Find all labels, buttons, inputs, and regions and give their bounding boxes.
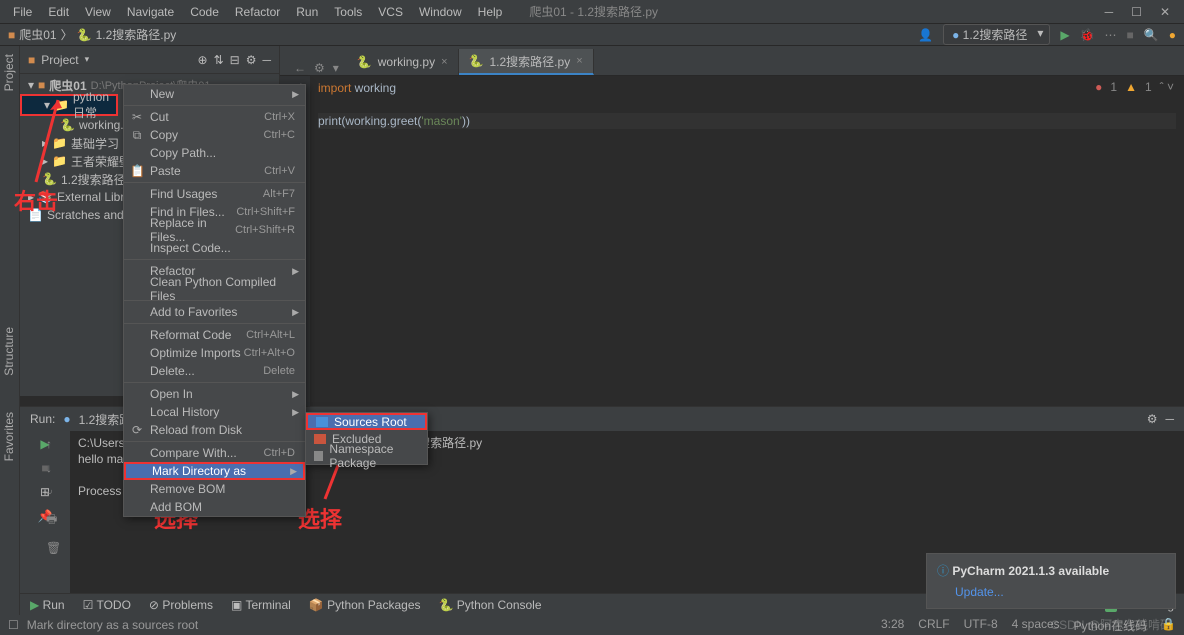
- menu-item-new[interactable]: New▶: [124, 85, 305, 103]
- hide-icon[interactable]: ─: [1165, 412, 1174, 426]
- menu-item-compare-with-[interactable]: Compare With...Ctrl+D: [124, 444, 305, 462]
- tree-selected-folder[interactable]: ▾📁 python日常: [20, 94, 118, 116]
- menu-item-reformat-code[interactable]: Reformat CodeCtrl+Alt+L: [124, 326, 305, 344]
- run-config-selector[interactable]: ● 1.2搜索路径 ▾: [943, 24, 1050, 45]
- menu-view[interactable]: View: [78, 3, 118, 21]
- update-notification[interactable]: ⓘ PyCharm 2021.1.3 available Update...: [926, 553, 1176, 609]
- menubar: File Edit View Navigate Code Refactor Ru…: [6, 3, 509, 21]
- down-icon[interactable]: ↓: [46, 461, 61, 475]
- gear-icon[interactable]: ⚙: [246, 53, 257, 67]
- menu-refactor[interactable]: Refactor: [228, 3, 287, 21]
- project-header[interactable]: Project: [41, 53, 78, 67]
- search-icon[interactable]: 🔍: [1144, 28, 1159, 42]
- menu-item-mark-directory-as[interactable]: Mark Directory as▶: [124, 462, 305, 480]
- title-bar: File Edit View Navigate Code Refactor Ru…: [0, 0, 1184, 24]
- tool-todo[interactable]: ☑ TODO: [83, 598, 131, 612]
- breadcrumb-file[interactable]: 1.2搜索路径.py: [96, 26, 177, 43]
- menu-item-copy[interactable]: ⧉CopyCtrl+C: [124, 126, 305, 144]
- status-hint: Mark directory as a sources root: [27, 618, 198, 632]
- notification-link[interactable]: Update...: [955, 585, 1004, 599]
- menu-window[interactable]: Window: [412, 3, 469, 21]
- menu-code[interactable]: Code: [183, 3, 226, 21]
- left-tool-rail: Project Structure Favorites: [0, 46, 20, 615]
- menu-item-copy-path-[interactable]: Copy Path...: [124, 144, 305, 162]
- rail-structure[interactable]: Structure: [0, 319, 18, 384]
- tab-current[interactable]: 🐍1.2搜索路径.py×: [459, 49, 594, 75]
- status-bar: ☐ Mark directory as a sources root 3:28 …: [0, 615, 1184, 635]
- quick-list-icon[interactable]: ☐: [8, 618, 19, 632]
- breadcrumb-project[interactable]: 爬虫01: [19, 26, 56, 43]
- navigation-bar: ■ 爬虫01 〉 🐍 1.2搜索路径.py 👤 ● 1.2搜索路径 ▾ ▶ 🐞 …: [0, 24, 1184, 46]
- run-panel-title: Run:: [30, 412, 55, 426]
- menu-item-open-in[interactable]: Open In▶: [124, 385, 305, 403]
- caret-position[interactable]: 3:28: [881, 617, 904, 634]
- menu-navigate[interactable]: Navigate: [120, 3, 181, 21]
- tab-working[interactable]: 🐍working.py×: [347, 49, 459, 75]
- editor-area: ← ⚙▾ 🐍working.py× 🐍1.2搜索路径.py× 1 import …: [280, 46, 1184, 406]
- tool-problems[interactable]: ⊘ Problems: [149, 598, 213, 612]
- menu-item-cut[interactable]: ✂CutCtrl+X: [124, 108, 305, 126]
- code-editor[interactable]: import working print(working.greet('maso…: [310, 76, 1184, 406]
- context-menu: New▶ ✂CutCtrl+X⧉CopyCtrl+CCopy Path...📋Pa…: [123, 84, 306, 517]
- menu-edit[interactable]: Edit: [41, 3, 76, 21]
- hide-icon[interactable]: ─: [262, 53, 271, 67]
- debug-button[interactable]: 🐞: [1080, 28, 1095, 42]
- notification-title: PyCharm 2021.1.3 available: [952, 564, 1109, 578]
- minimize-icon[interactable]: ─: [1105, 5, 1114, 19]
- encoding[interactable]: UTF-8: [964, 617, 998, 634]
- more-run-icon[interactable]: ⋯: [1105, 28, 1117, 42]
- editor-tabs: ← ⚙▾ 🐍working.py× 🐍1.2搜索路径.py×: [280, 46, 1184, 76]
- close-icon[interactable]: ×: [576, 55, 582, 67]
- collapse-icon[interactable]: ⊟: [230, 53, 240, 67]
- tool-python-packages[interactable]: 📦 Python Packages: [309, 598, 421, 612]
- menu-item-replace-in-files-[interactable]: Replace in Files...Ctrl+Shift+R: [124, 221, 305, 239]
- mark-directory-submenu: Sources RootExcludedNamespace Package: [305, 412, 428, 465]
- print-icon[interactable]: 🖶: [46, 510, 61, 531]
- menu-file[interactable]: File: [6, 3, 39, 21]
- menu-item-add-bom[interactable]: Add BOM: [124, 498, 305, 516]
- run-toolbar: ▶ ■ ⊞ 📌 ↑ ↓ ⤶ 🖶 🗑: [20, 431, 70, 615]
- rail-project[interactable]: Project: [0, 46, 18, 99]
- window-title: 爬虫01 - 1.2搜索路径.py: [529, 3, 658, 20]
- menu-item-paste[interactable]: 📋PasteCtrl+V: [124, 162, 305, 180]
- line-separator[interactable]: CRLF: [918, 617, 949, 634]
- inspection-widget[interactable]: ●1 ▲1 ˆ ˅: [1095, 80, 1174, 94]
- menu-item-optimize-imports[interactable]: Optimize ImportsCtrl+Alt+O: [124, 344, 305, 362]
- menu-item-reload-from-disk[interactable]: ⟳Reload from Disk: [124, 421, 305, 439]
- menu-tools[interactable]: Tools: [327, 3, 369, 21]
- expand-icon[interactable]: ⇅: [214, 53, 224, 67]
- maximize-icon[interactable]: ☐: [1131, 5, 1142, 19]
- submenu-item-namespace-package[interactable]: Namespace Package: [306, 447, 427, 464]
- menu-run[interactable]: Run: [289, 3, 325, 21]
- close-icon[interactable]: ✕: [1160, 5, 1170, 19]
- run-button[interactable]: ▶: [1060, 28, 1069, 42]
- up-icon[interactable]: ↑: [46, 437, 61, 451]
- menu-item-remove-bom[interactable]: Remove BOM: [124, 480, 305, 498]
- menu-help[interactable]: Help: [471, 3, 510, 21]
- back-icon[interactable]: ←: [294, 61, 306, 75]
- wrap-icon[interactable]: ⤶: [46, 485, 61, 500]
- menu-vcs[interactable]: VCS: [371, 3, 410, 21]
- trash-icon[interactable]: 🗑: [46, 541, 61, 555]
- tool-python-console[interactable]: 🐍 Python Console: [439, 598, 542, 612]
- tool-run[interactable]: ▶ Run: [30, 598, 65, 612]
- stop-button[interactable]: ■: [1127, 28, 1134, 42]
- menu-item-delete-[interactable]: Delete...Delete: [124, 362, 305, 380]
- submenu-item-sources-root[interactable]: Sources Root: [306, 413, 427, 430]
- watermark: CSDN @阿忠在线啃码: [1050, 616, 1172, 633]
- tool-terminal[interactable]: ▣ Terminal: [231, 598, 291, 612]
- menu-item-clean-python-compiled-files[interactable]: Clean Python Compiled Files: [124, 280, 305, 298]
- target-icon[interactable]: ⊕: [198, 53, 208, 67]
- gear-icon[interactable]: ⚙: [1147, 412, 1158, 426]
- rail-favorites[interactable]: Favorites: [0, 404, 18, 469]
- menu-item-inspect-code-[interactable]: Inspect Code...: [124, 239, 305, 257]
- menu-item-local-history[interactable]: Local History▶: [124, 403, 305, 421]
- close-icon[interactable]: ×: [441, 56, 447, 68]
- user-icon[interactable]: 👤: [918, 28, 933, 42]
- menu-item-find-usages[interactable]: Find UsagesAlt+F7: [124, 185, 305, 203]
- gear-icon[interactable]: ⚙: [314, 61, 325, 75]
- ide-update-icon[interactable]: ●: [1169, 28, 1176, 42]
- menu-item-add-to-favorites[interactable]: Add to Favorites▶: [124, 303, 305, 321]
